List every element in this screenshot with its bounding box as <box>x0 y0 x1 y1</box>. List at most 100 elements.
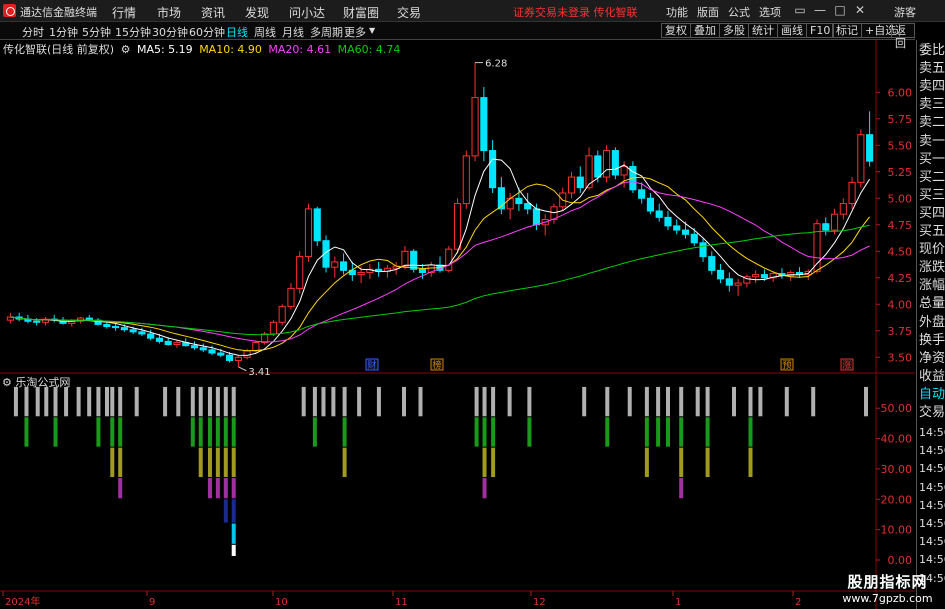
auto-toggle[interactable]: 自动 <box>919 386 945 403</box>
candle-body <box>313 208 321 242</box>
indicator-bar-segment <box>656 386 661 417</box>
indicator-bar-segment <box>627 386 632 417</box>
indicator-bar-segment <box>215 478 220 499</box>
candle-body <box>699 242 707 258</box>
menu-banmian[interactable]: 版面 <box>697 4 719 20</box>
tool-tongji[interactable]: 统计 <box>748 23 778 38</box>
period-30min[interactable]: 30分钟 <box>152 24 188 40</box>
indicator-bar-segment <box>312 417 317 447</box>
menu-hangqing[interactable]: 行情 <box>112 4 136 21</box>
indicator-bar-segment <box>605 386 610 417</box>
indicator-bar-segment <box>118 417 123 447</box>
tool-biaoji[interactable]: 标记 <box>832 23 862 38</box>
event-badge-label: 预 <box>782 360 791 371</box>
side-item: 换手 <box>919 332 945 348</box>
price-tick-label: 4.25 <box>888 272 913 285</box>
indicator-bar-segment <box>644 386 649 417</box>
candle-body <box>199 347 207 351</box>
period-more[interactable]: 更多 <box>344 24 366 40</box>
trade-login-warning[interactable]: 证券交易未登录 传化智联 <box>513 4 638 20</box>
indicator-bar-segment <box>605 417 610 447</box>
candle-body <box>532 208 541 226</box>
candle-body <box>603 150 611 178</box>
candle-body <box>655 210 663 218</box>
tool-diejia[interactable]: 叠加 <box>690 23 720 38</box>
menu-gongshi[interactable]: 公式 <box>728 4 750 20</box>
candle-body <box>620 165 628 176</box>
period-5min[interactable]: 5分钟 <box>82 24 111 40</box>
candle-body <box>752 274 760 278</box>
period-15min[interactable]: 15分钟 <box>115 24 151 40</box>
period-weekly[interactable]: 周线 <box>254 24 276 40</box>
tick-time: 14:56 <box>919 426 945 439</box>
period-fenshi[interactable]: 分时 <box>22 24 44 40</box>
period-1min[interactable]: 1分钟 <box>49 24 78 40</box>
event-badge-label: 涨 <box>842 360 851 371</box>
candle-body <box>638 189 646 199</box>
candle-body <box>234 356 242 361</box>
candle-body <box>445 248 453 271</box>
candle-body <box>866 134 874 162</box>
price-tick-label: 5.75 <box>888 113 913 126</box>
trade-label: 交易 <box>919 405 945 420</box>
side-item: 买一 <box>919 151 945 167</box>
indicator-tick-label: 40.00 <box>881 433 913 446</box>
candle-body <box>480 97 488 152</box>
candle-body <box>269 321 277 335</box>
menu-shichang[interactable]: 市场 <box>157 4 181 21</box>
period-multi[interactable]: 多周期 <box>310 24 343 40</box>
indicator-bar-segment <box>110 417 115 447</box>
menu-jiaoyi[interactable]: 交易 <box>397 4 421 21</box>
restore-icon[interactable]: ▭ <box>792 2 808 18</box>
indicator-bar-segment <box>198 447 203 478</box>
menu-gongneng[interactable]: 功能 <box>666 4 688 20</box>
guest-label[interactable]: 游客 <box>894 4 916 20</box>
indicator-bar-segment <box>215 417 220 447</box>
kline-chart[interactable]: 6.28 3.41 财 榜 预 涨 6.00 5.75 5.50 5.25 5.00 4.75 4.5… <box>0 40 945 609</box>
indicator-name: 乐淘公式网 <box>15 376 71 389</box>
candle-body <box>848 181 856 205</box>
tool-fuquan[interactable]: 复权 <box>661 23 691 38</box>
tick-time: 14:56 <box>919 517 945 530</box>
candle-body <box>410 250 418 270</box>
indicator-bar-segment <box>312 386 317 417</box>
indicator-bars <box>13 386 868 556</box>
menu-faxian[interactable]: 发现 <box>245 4 269 21</box>
side-item: 卖四 <box>919 79 945 95</box>
menu-xuanxiang[interactable]: 选项 <box>759 4 781 20</box>
indicator-bar-segment <box>679 417 684 447</box>
maximize-icon[interactable]: □ <box>832 2 848 18</box>
close-icon[interactable]: ✕ <box>852 2 868 18</box>
indicator-bar-segment <box>118 447 123 478</box>
time-tick-label: 10 <box>275 597 288 608</box>
candle-body <box>515 197 523 205</box>
price-tick-label: 4.00 <box>888 298 913 311</box>
tool-huaxian[interactable]: 画线 <box>777 23 807 38</box>
watermark: 股朋指标网 www.7gpzb.com <box>830 570 945 609</box>
side-item: 买五 <box>919 224 945 239</box>
menu-zixun[interactable]: 资讯 <box>201 4 225 21</box>
time-tick-label: 2024年 <box>5 595 40 608</box>
period-monthly[interactable]: 月线 <box>282 24 304 40</box>
tool-f10[interactable]: F10 <box>806 23 835 38</box>
time-tick-label: 9 <box>149 597 155 608</box>
tool-back[interactable]: 返回 <box>891 23 915 50</box>
indicator-bar-segment <box>491 386 496 417</box>
period-60min[interactable]: 60分钟 <box>189 24 225 40</box>
candle-body <box>129 329 137 333</box>
menu-caifuquan[interactable]: 财富圈 <box>343 4 379 21</box>
minimize-icon[interactable]: — <box>812 2 828 18</box>
time-tick-label: 11 <box>395 597 408 608</box>
period-daily[interactable]: 日线 <box>226 24 248 40</box>
candle-body <box>716 269 725 280</box>
chevron-down-icon[interactable]: ▼ <box>369 26 375 35</box>
indicator-bar-segment <box>223 386 228 417</box>
time-tick-label: 2 <box>795 597 801 608</box>
indicator-bar-segment <box>864 386 868 417</box>
tool-duogu[interactable]: 多股 <box>719 23 749 38</box>
menu-wenxiaoda[interactable]: 问小达 <box>289 4 325 21</box>
indicator-bar-segment <box>527 386 532 417</box>
indicator-bar-segment <box>482 386 487 417</box>
indicator-bar-segment <box>507 386 512 417</box>
indicator-settings-icon[interactable]: ⚙ <box>2 376 12 389</box>
